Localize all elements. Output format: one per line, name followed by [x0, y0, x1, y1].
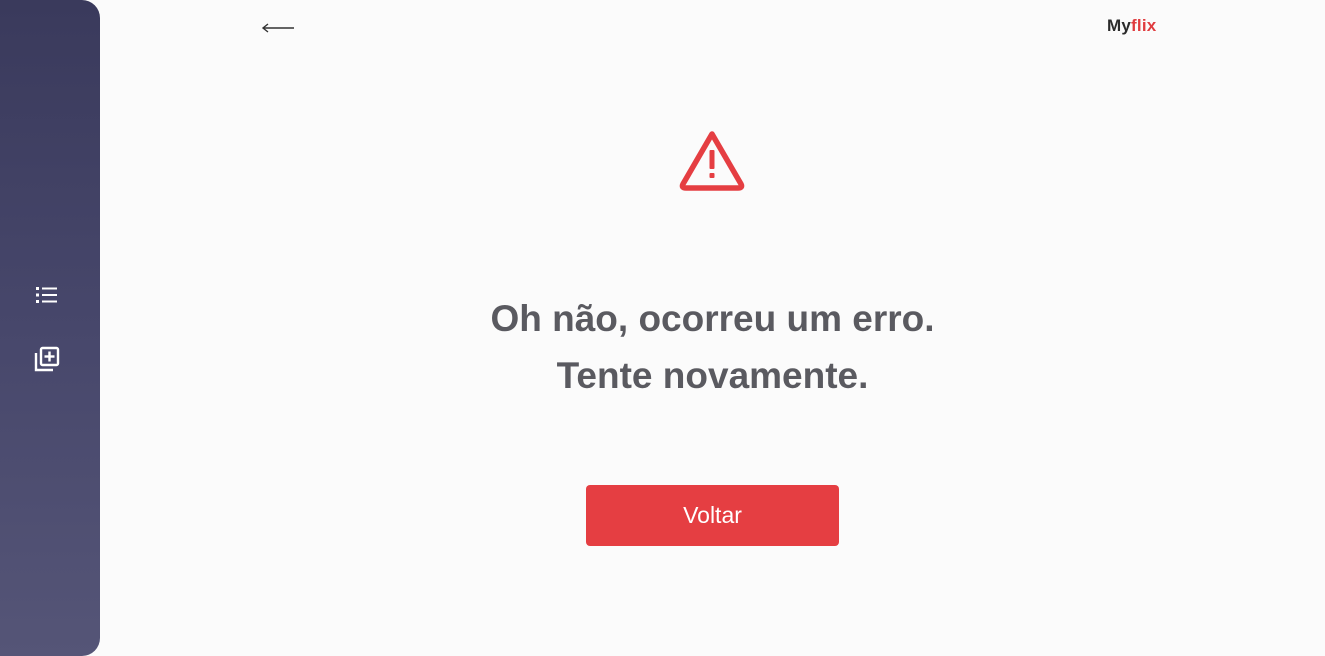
brand-text-flix: flix [1131, 16, 1157, 35]
sidebar-item-list[interactable] [30, 278, 64, 312]
error-message: Oh não, ocorreu um erro. Tente novamente… [300, 290, 1125, 404]
error-title: Oh não, ocorreu um erro. [490, 298, 935, 339]
arrow-left-icon [261, 23, 294, 33]
back-button[interactable] [258, 14, 298, 42]
back-action-button[interactable]: Voltar [586, 485, 839, 546]
sidebar [0, 0, 100, 656]
error-subtitle: Tente novamente. [556, 355, 869, 396]
brand-text-my: My [1107, 16, 1132, 35]
brand-logo[interactable]: Myflix [1107, 16, 1156, 36]
app-root: Myflix Oh não, ocorreu um erro. Tente no… [0, 0, 1325, 656]
add-to-library-icon [34, 346, 60, 372]
warning-triangle-icon [679, 131, 745, 191]
list-icon [36, 287, 57, 303]
sidebar-item-add[interactable] [30, 342, 64, 376]
